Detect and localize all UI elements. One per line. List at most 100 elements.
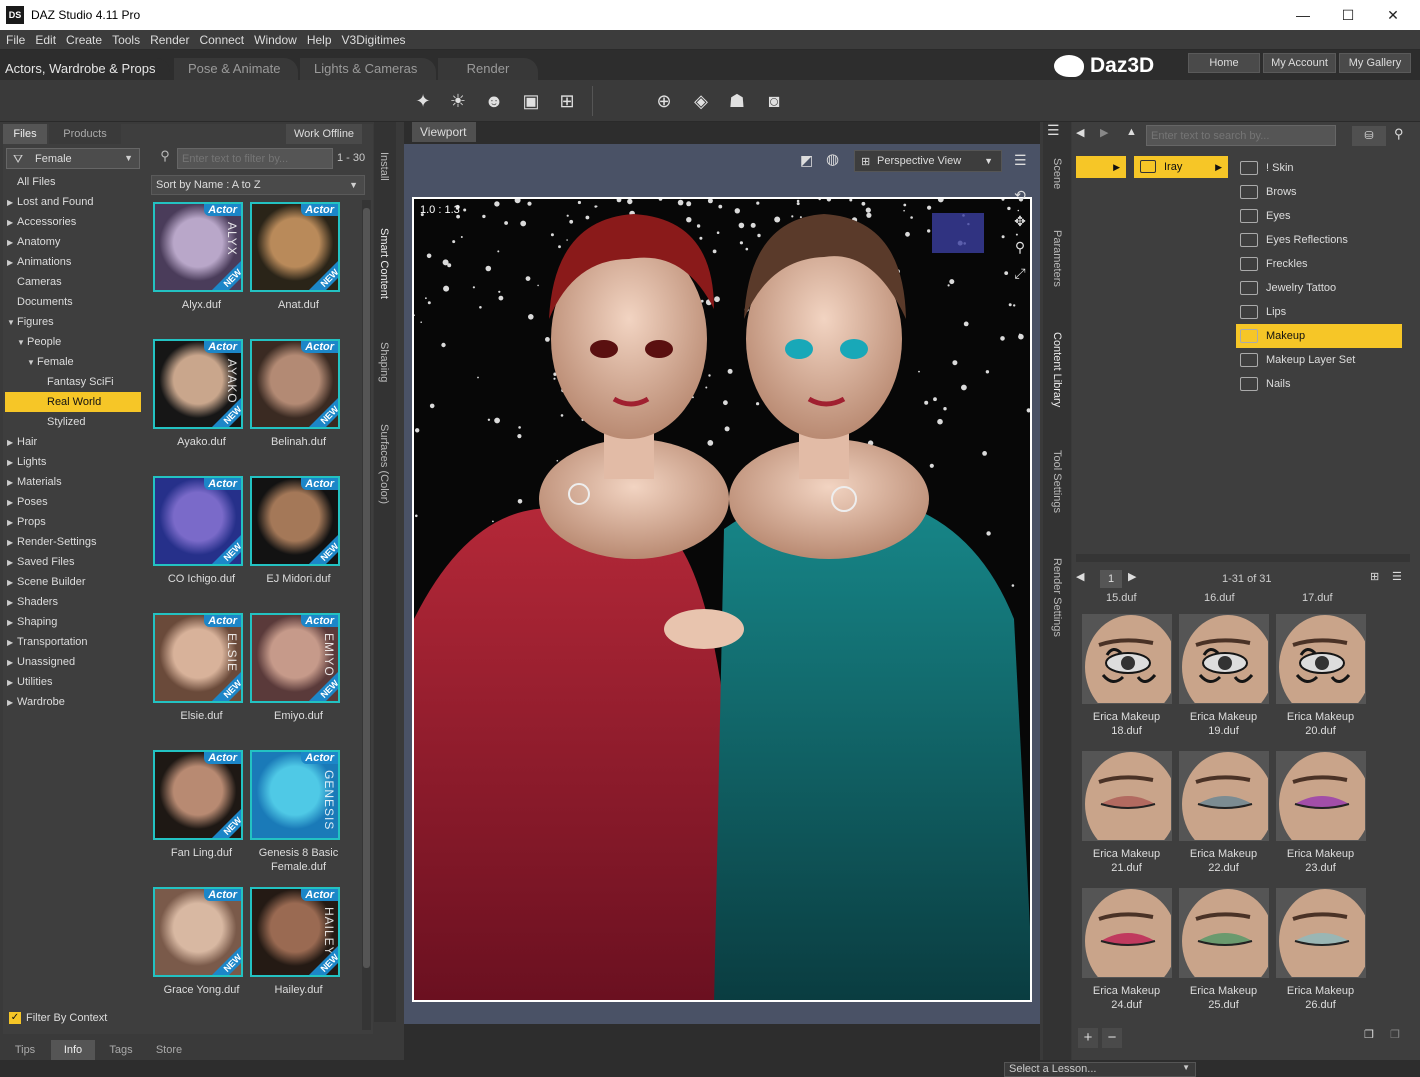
asset-thumbnail[interactable]: Actor GENESIS Genesis 8 Basic Female.duf [250,750,347,874]
category-item[interactable]: ▶ Lost and Found [5,192,141,212]
asset-thumbnail[interactable]: Actor AYAKO NEW Ayako.duf [153,339,250,449]
asset-thumbnail[interactable]: Actor ALYX NEW Alyx.duf [153,202,250,312]
filter-by-context-checkbox[interactable]: ✓ [9,1012,21,1024]
category-item[interactable]: Stylized [5,412,141,432]
category-item[interactable]: ▶ Unassigned [5,652,141,672]
asset-thumbnail[interactable]: Actor ELSIE NEW Elsie.duf [153,613,250,723]
menu-create[interactable]: Create [61,30,107,47]
folder-hscrollbar[interactable] [1076,554,1410,562]
library-search-input[interactable] [1146,125,1336,146]
view-cube[interactable] [932,213,984,253]
asset-thumbnail[interactable]: Actor NEW Anat.duf [250,202,347,312]
panel-menu-icon[interactable]: ☰ [1047,122,1060,139]
tab-shaping[interactable]: Shaping [378,342,390,382]
expanded-arrow-icon[interactable]: ▼ [17,333,27,353]
category-item[interactable]: ▶ Poses [5,492,141,512]
group-figures-icon[interactable]: ☻ [481,88,507,114]
category-item[interactable]: ▶ Materials [5,472,141,492]
collapsed-arrow-icon[interactable]: ▶ [7,653,17,673]
makeup-thumbnail[interactable]: Erica Makeup 19.duf [1175,614,1272,738]
tab-actors-wardrobe-props[interactable]: Actors, Wardrobe & Props [0,58,170,80]
tab-products[interactable]: Products [49,124,121,144]
category-item[interactable]: ▶ Utilities [5,672,141,692]
makeup-thumbnail[interactable]: Erica Makeup 26.duf [1272,888,1369,1012]
menu-edit[interactable]: Edit [30,30,61,47]
tab-pose-animate[interactable]: Pose & Animate [174,58,298,80]
asset-thumbnail[interactable]: Actor EMIYO NEW Emiyo.duf [250,613,347,723]
collapsed-arrow-icon[interactable]: ▶ [7,673,17,693]
breadcrumb-iray[interactable]: Iray ▶ [1134,156,1228,178]
collapsed-arrow-icon[interactable]: ▶ [7,693,17,713]
category-item[interactable]: All Files [5,172,141,192]
folder-item[interactable]: Eyes [1236,204,1402,228]
minimize-button[interactable]: — [1280,4,1326,26]
folder-item[interactable]: Lips [1236,300,1402,324]
category-item[interactable]: ▶ Render-Settings [5,532,141,552]
tab-tags[interactable]: Tags [99,1040,143,1060]
folder-item[interactable]: Makeup Layer Set [1236,348,1402,372]
tab-render-settings[interactable]: Render Settings [1051,558,1063,637]
scene-builder-icon[interactable]: ⊞ [554,88,580,114]
asset-thumbnail[interactable]: Actor HAILEY NEW Hailey.duf [250,887,347,997]
category-item[interactable]: Real World [5,392,141,412]
work-offline-button[interactable]: Work Offline [286,124,362,144]
database-icon[interactable]: ⛁ [1352,126,1386,146]
collapsed-arrow-icon[interactable]: ▶ [7,493,17,513]
my-gallery-button[interactable]: My Gallery [1339,53,1411,73]
category-item[interactable]: Documents [5,292,141,312]
sort-dropdown[interactable]: Sort by Name : A to Z ▼ [151,175,365,195]
collapsed-arrow-icon[interactable]: ▶ [7,553,17,573]
category-item[interactable]: Cameras [5,272,141,292]
page-number-field[interactable]: 1 [1100,570,1122,588]
up-arrow-icon[interactable]: ▲ [1126,126,1144,144]
category-item[interactable]: ▶ Wardrobe [5,692,141,712]
filter-input[interactable] [177,148,333,169]
folder-item[interactable]: Makeup [1236,324,1402,348]
paste-icon[interactable]: ❐ [1390,1028,1410,1048]
next-page-icon[interactable]: ▶ [1128,570,1146,588]
tab-files[interactable]: Files [3,124,47,144]
menu-tools[interactable]: Tools [107,30,145,47]
menu-v3digitimes[interactable]: V3Digitimes [337,30,411,47]
tab-scene[interactable]: Scene [1051,158,1063,189]
makeup-thumbnail[interactable]: Erica Makeup 24.duf [1078,888,1175,1012]
category-item[interactable]: ▶ Props [5,512,141,532]
collapsed-arrow-icon[interactable]: ▶ [7,253,17,273]
copy-icon[interactable]: ❐ [1364,1028,1384,1048]
collapsed-arrow-icon[interactable]: ▶ [7,233,17,253]
tab-parameters[interactable]: Parameters [1051,230,1063,287]
add-button[interactable]: + [1078,1028,1098,1048]
universal-tool-icon[interactable]: ⊕ [651,88,677,114]
category-item[interactable]: ▶ Shaping [5,612,141,632]
tab-content-library[interactable]: Content Library [1051,332,1063,407]
tab-tool-settings[interactable]: Tool Settings [1051,450,1063,513]
remove-button[interactable]: − [1102,1028,1122,1048]
asset-thumbnail[interactable]: Actor NEW CO Ichigo.duf [153,476,250,586]
category-item[interactable]: ▶ Anatomy [5,232,141,252]
back-arrow-icon[interactable]: ◀ [1076,126,1094,144]
shading-sphere-icon[interactable]: ◍ [826,150,848,172]
makeup-thumbnail[interactable]: Erica Makeup 20.duf [1272,614,1369,738]
collapsed-arrow-icon[interactable]: ▶ [7,193,17,213]
tab-surfaces-color[interactable]: Surfaces (Color) [378,424,390,504]
category-item[interactable]: ▶ Saved Files [5,552,141,572]
collapsed-arrow-icon[interactable]: ▶ [7,213,17,233]
folder-item[interactable]: Nails [1236,372,1402,396]
category-item[interactable]: Fantasy SciFi [5,372,141,392]
node-selection-icon[interactable]: ☗ [724,88,750,114]
category-item[interactable]: ▼ People [5,332,141,352]
makeup-thumbnail[interactable]: Erica Makeup 18.duf [1078,614,1175,738]
add-light-icon[interactable]: ☀ [445,88,471,114]
camera-view-dropdown[interactable]: ⊞ Perspective View ▼ [854,150,1002,172]
tab-store[interactable]: Store [147,1040,191,1060]
replace-prop-icon[interactable]: ▣ [518,88,544,114]
folder-item[interactable]: Eyes Reflections [1236,228,1402,252]
category-item[interactable]: ▼ Female [5,352,141,372]
makeup-thumbnail[interactable]: Erica Makeup 21.duf [1078,751,1175,875]
prev-page-icon[interactable]: ◀ [1076,570,1094,588]
breadcrumb-prev[interactable]: ▶ [1076,156,1126,178]
collapsed-arrow-icon[interactable]: ▶ [7,593,17,613]
folder-item[interactable]: ! Skin [1236,156,1402,180]
render-camera-icon[interactable]: ◙ [761,88,787,114]
menu-window[interactable]: Window [249,30,302,47]
